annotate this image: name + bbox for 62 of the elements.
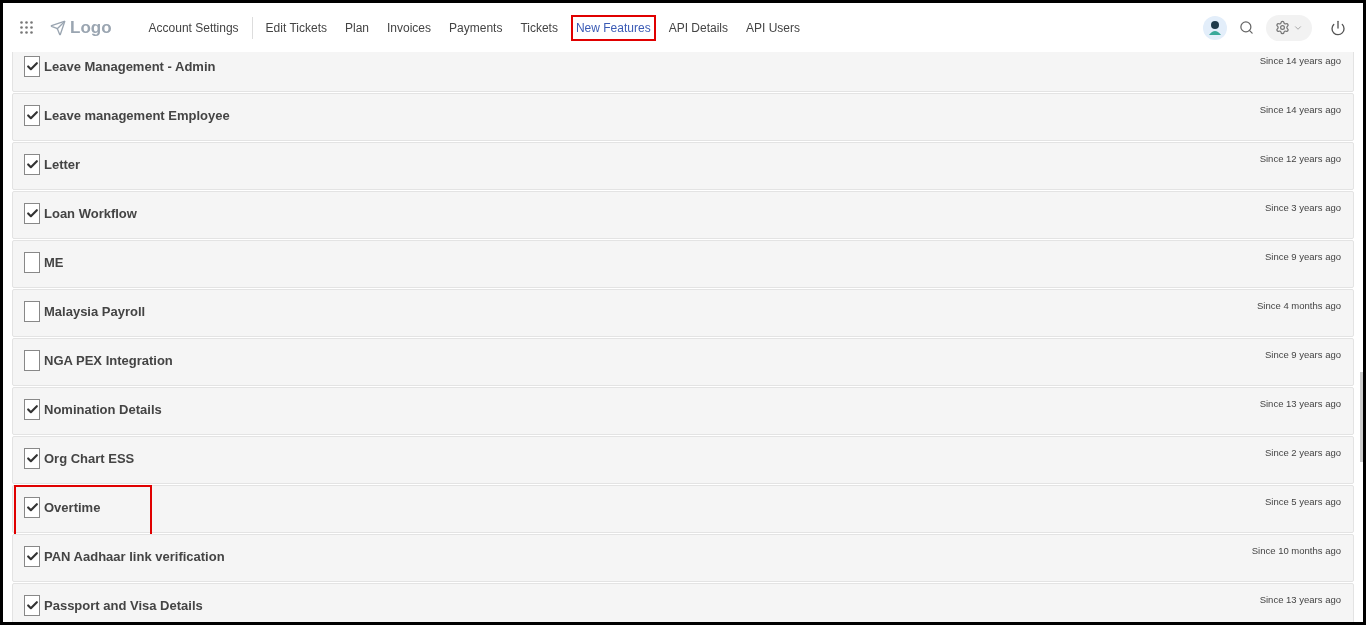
since-label: Since 4 months ago <box>1257 299 1341 313</box>
feature-name: Loan Workflow <box>44 205 137 223</box>
feature-checkbox[interactable] <box>24 448 40 469</box>
check-icon <box>25 550 39 563</box>
settings-menu-button[interactable] <box>1266 14 1312 41</box>
power-icon[interactable] <box>1330 19 1346 36</box>
person-icon <box>1208 20 1222 35</box>
check-icon <box>25 109 39 122</box>
apps-grid-icon[interactable] <box>20 21 33 34</box>
nav-link[interactable]: Invoices <box>382 14 437 41</box>
nav-link[interactable]: Plan <box>339 14 374 41</box>
feature-name: Leave Management - Admin <box>44 58 216 76</box>
since-label: Since 5 years ago <box>1264 495 1341 509</box>
feature-checkbox[interactable] <box>24 497 40 518</box>
nav-link[interactable]: API Details <box>663 14 733 41</box>
check-icon <box>25 60 39 73</box>
logo-icon <box>50 19 66 36</box>
avatar[interactable] <box>1203 15 1227 40</box>
settings-icon <box>1275 20 1290 35</box>
check-icon <box>25 452 39 465</box>
feature-checkbox[interactable] <box>24 252 40 273</box>
check-icon <box>25 501 39 514</box>
since-label: Since 9 years ago <box>1264 348 1341 362</box>
feature-checkbox[interactable] <box>24 203 40 224</box>
feature-name: Nomination Details <box>44 401 162 419</box>
nav-link[interactable]: New Features <box>570 14 656 41</box>
since-label: Since 14 years ago <box>1259 54 1341 68</box>
nav-link[interactable]: Account Settings <box>143 14 244 41</box>
search-icon[interactable] <box>1239 20 1254 35</box>
feature-name: Letter <box>44 156 81 174</box>
since-label: Since 12 years ago <box>1259 152 1341 166</box>
check-icon <box>25 403 39 416</box>
since-label: Since 2 years ago <box>1264 446 1341 460</box>
feature-name: Malaysia Payroll <box>44 303 146 321</box>
feature-checkbox[interactable] <box>24 301 40 322</box>
since-label: Since 9 years ago <box>1264 250 1341 264</box>
since-label: Since 13 years ago <box>1259 397 1341 411</box>
feature-checkbox[interactable] <box>24 154 40 175</box>
check-icon <box>25 158 39 171</box>
since-label: Since 3 years ago <box>1264 201 1341 215</box>
feature-checkbox[interactable] <box>24 350 40 371</box>
feature-checkbox[interactable] <box>24 546 40 567</box>
check-icon <box>25 599 39 612</box>
nav-link[interactable]: Payments <box>444 14 508 41</box>
since-label: Since 14 years ago <box>1259 103 1341 117</box>
since-label: Since 13 years ago <box>1259 593 1341 607</box>
feature-checkbox[interactable] <box>24 399 40 420</box>
feature-name: NGA PEX Integration <box>44 352 173 370</box>
feature-name: Org Chart ESS <box>44 450 135 468</box>
check-icon <box>25 207 39 220</box>
since-label: Since 10 months ago <box>1251 544 1341 558</box>
nav-link[interactable]: API Users <box>741 14 806 41</box>
feature-name: Passport and Visa Details <box>44 597 203 615</box>
feature-checkbox[interactable] <box>24 56 40 77</box>
feature-name: Leave management Employee <box>44 107 230 125</box>
nav-link[interactable]: Tickets <box>515 14 563 41</box>
feature-checkbox[interactable] <box>24 105 40 126</box>
nav-link[interactable]: Edit Tickets <box>260 14 332 41</box>
feature-checkbox[interactable] <box>24 595 40 616</box>
feature-name: Overtime <box>44 499 101 517</box>
feature-name: PAN Aadhaar link verification <box>44 548 225 566</box>
feature-name: ME <box>44 254 64 272</box>
